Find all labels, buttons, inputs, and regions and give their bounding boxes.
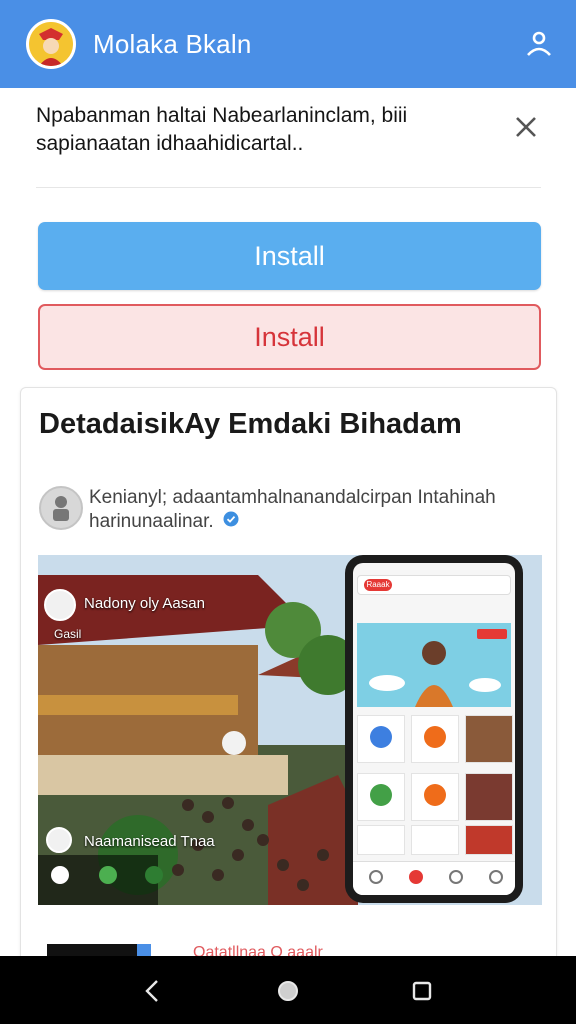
install-button-primary[interactable]: Install — [38, 222, 541, 290]
media-overlay-label-top: Nadony oly Aasan — [84, 595, 205, 612]
phone-tile — [357, 825, 405, 855]
phone-nav-active-icon — [409, 870, 423, 884]
verified-icon — [223, 510, 239, 534]
phone-tile — [411, 773, 459, 821]
phone-tile — [357, 773, 405, 821]
phone-tile — [465, 825, 513, 855]
phone-nav-clock-icon — [449, 870, 463, 884]
app-avatar-icon[interactable] — [26, 19, 76, 69]
phone-tile — [465, 773, 513, 821]
install-button-secondary[interactable]: Install — [38, 304, 541, 370]
media-overlay-sublabel: Gasil — [54, 627, 82, 641]
author-text: Kenianyl; adaantamhalnanandalcirpan Inta… — [89, 487, 496, 533]
app-bar: Molaka Bkaln — [0, 0, 576, 88]
phone-address-bar: Raaak — [357, 575, 511, 595]
phone-tile — [465, 715, 513, 763]
phone-nav-profile-icon — [489, 870, 503, 884]
media-overlay-avatar — [44, 589, 76, 621]
post-media-image[interactable]: Nadony oly Aasan Gasil Naamanisead Tnaa … — [38, 555, 542, 905]
app-title: Molaka Bkaln — [93, 28, 252, 59]
post-card[interactable]: DetadaisikAy Emdaki Bihadam Kenianyl; ad… — [20, 387, 557, 968]
home-icon[interactable] — [273, 976, 303, 1006]
media-overlay-avatar-2 — [46, 827, 72, 853]
install-banner: Npabanman haltai Nabearlaninclam, biii s… — [36, 98, 541, 188]
recents-icon[interactable] — [407, 976, 437, 1006]
phone-tile — [411, 825, 459, 855]
person-icon[interactable] — [522, 27, 556, 61]
phone-hero-image — [357, 623, 511, 707]
phone-mockup: Raaak — [345, 555, 523, 903]
author-avatar[interactable] — [39, 486, 83, 530]
post-title: DetadaisikAy Emdaki Bihadam — [39, 408, 462, 440]
phone-screen: Raaak — [353, 563, 515, 895]
banner-text: Npabanman haltai Nabearlaninclam, biii s… — [36, 104, 408, 155]
phone-tile — [411, 715, 459, 763]
system-nav-bar — [0, 956, 576, 1024]
media-overlay-label-bottom: Naamanisead Tnaa — [84, 833, 215, 850]
close-icon[interactable] — [511, 112, 541, 142]
phone-nav — [353, 861, 515, 895]
phone-tile — [357, 715, 405, 763]
phone-nav-home-icon — [369, 870, 383, 884]
phone-logo: Raaak — [364, 579, 392, 591]
author-info: Kenianyl; adaantamhalnanandalcirpan Inta… — [89, 486, 529, 534]
back-icon[interactable] — [137, 976, 167, 1006]
